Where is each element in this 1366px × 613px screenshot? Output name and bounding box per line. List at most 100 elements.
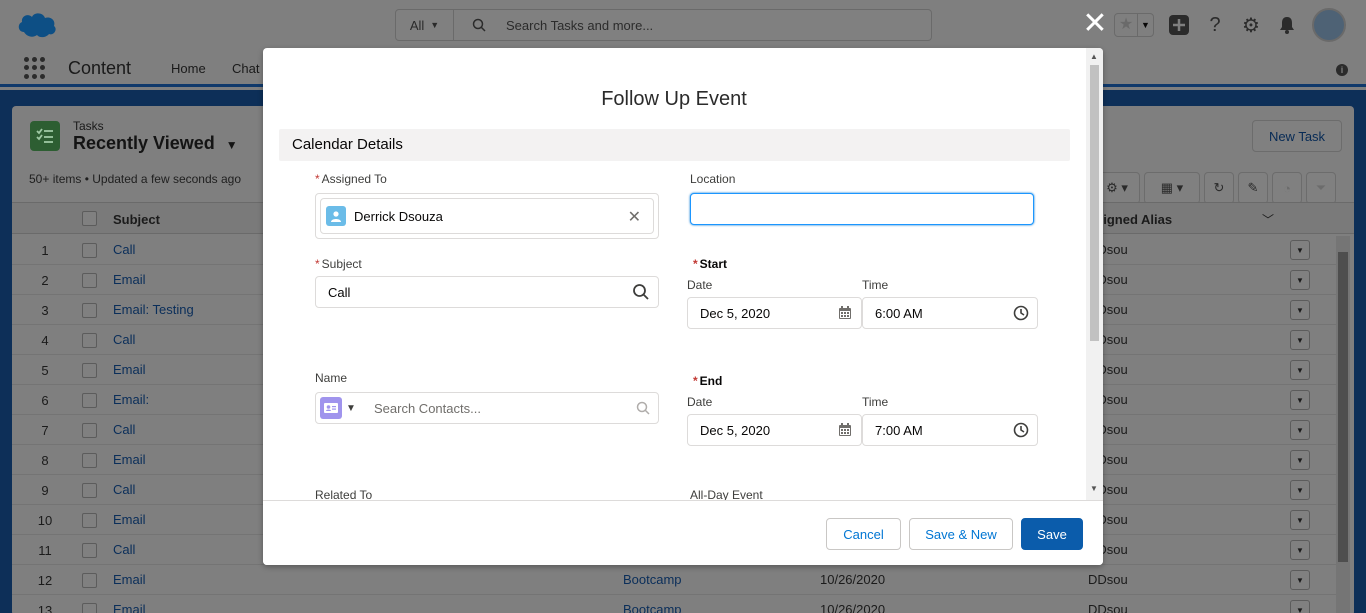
subject-link[interactable]: Email <box>113 602 146 613</box>
row-number: 2 <box>41 273 49 288</box>
chart-icon[interactable]: ◔ <box>1272 172 1302 204</box>
row-checkbox[interactable] <box>82 543 97 558</box>
subject-link[interactable]: Email <box>113 452 146 467</box>
refresh-icon[interactable]: ↻ <box>1204 172 1234 204</box>
calendar-icon[interactable] <box>837 305 853 321</box>
subject-link[interactable]: Email: <box>113 392 149 407</box>
favorites-button[interactable]: ★ ▼ <box>1114 13 1154 37</box>
end-time-value: 7:00 AM <box>875 422 923 438</box>
row-checkbox[interactable] <box>82 453 97 468</box>
app-name: Content <box>68 58 132 78</box>
subject-link[interactable]: Email <box>113 272 146 287</box>
row-checkbox[interactable] <box>82 303 97 318</box>
close-modal-icon[interactable]: ✕ <box>1082 9 1108 39</box>
subject-link[interactable]: Call <box>113 542 135 557</box>
contact-type-selector[interactable]: ▼ <box>316 393 362 423</box>
start-time-input[interactable]: 6:00 AM <box>862 297 1038 329</box>
row-actions-menu[interactable]: ▼ <box>1290 300 1310 320</box>
subject-link[interactable]: Call <box>113 482 135 497</box>
row-checkbox[interactable] <box>82 483 97 498</box>
row-checkbox[interactable] <box>82 393 97 408</box>
row-checkbox[interactable] <box>82 603 97 613</box>
select-all-checkbox[interactable] <box>82 211 97 226</box>
scroll-up-icon[interactable]: ▲ <box>1090 52 1098 61</box>
row-actions-menu[interactable]: ▼ <box>1290 390 1310 410</box>
location-input[interactable] <box>690 193 1034 225</box>
related-to-link[interactable]: Bootcamp <box>623 602 682 613</box>
row-actions-menu[interactable]: ▼ <box>1290 570 1310 590</box>
global-create-icon[interactable] <box>1168 14 1190 36</box>
row-actions-menu[interactable]: ▼ <box>1290 330 1310 350</box>
scrollbar-thumb[interactable] <box>1090 65 1099 341</box>
row-number: 8 <box>41 453 49 468</box>
nav-item-chatter[interactable]: Chat <box>232 61 259 76</box>
user-icon <box>326 206 346 226</box>
name-search-input[interactable]: Search Contacts... <box>374 401 481 416</box>
end-time-input[interactable]: 7:00 AM <box>862 414 1038 446</box>
column-header-assigned-alias[interactable]: signed Alias <box>1096 212 1172 227</box>
search-input[interactable]: Search Tasks and more... <box>506 18 653 33</box>
related-to-link[interactable]: Bootcamp <box>623 572 682 587</box>
row-checkbox[interactable] <box>82 513 97 528</box>
subject-link[interactable]: Call <box>113 242 135 257</box>
display-as-button[interactable]: ▦ ▾ <box>1144 172 1200 204</box>
help-icon[interactable]: ? <box>1204 14 1226 36</box>
subject-link[interactable]: Email: Testing <box>113 302 194 317</box>
row-number: 10 <box>37 513 53 528</box>
row-checkbox[interactable] <box>82 363 97 378</box>
modal-scrollbar[interactable]: ▲ ▼ <box>1086 48 1103 500</box>
edit-pencil-icon[interactable]: ✎ <box>1238 172 1268 204</box>
column-header-subject[interactable]: Subject <box>113 212 160 227</box>
calendar-icon[interactable] <box>837 422 853 438</box>
section-header-calendar-details[interactable]: Calendar Details <box>279 129 1070 161</box>
subject-link[interactable]: Email <box>113 512 146 527</box>
search-scope-dropdown[interactable]: All ▼ <box>396 10 454 40</box>
table-scrollbar[interactable] <box>1336 236 1350 613</box>
subject-link[interactable]: Email <box>113 362 146 377</box>
section-title: Calendar Details <box>292 136 403 153</box>
filter-icon[interactable]: ⏷ <box>1306 172 1336 204</box>
assigned-to-pill[interactable]: Derrick Dsouza ✕ <box>320 198 654 234</box>
start-label: * Start <box>693 257 728 271</box>
save-and-new-button[interactable]: Save & New <box>909 518 1013 550</box>
row-actions-menu[interactable]: ▼ <box>1290 240 1310 260</box>
start-date-input[interactable]: Dec 5, 2020 <box>687 297 862 329</box>
bell-icon[interactable] <box>1276 14 1298 36</box>
cancel-button[interactable]: Cancel <box>826 518 901 550</box>
subject-link[interactable]: Email <box>113 572 146 587</box>
subject-combobox[interactable]: Call <box>315 276 659 308</box>
chevron-down-icon[interactable]: ﹀ <box>1262 211 1274 228</box>
row-checkbox[interactable] <box>82 423 97 438</box>
end-date-input[interactable]: Dec 5, 2020 <box>687 414 862 446</box>
chevron-down-icon: ▼ <box>346 402 356 414</box>
global-search[interactable]: All ▼ Search Tasks and more... <box>395 9 932 41</box>
subject-link[interactable]: Call <box>113 332 135 347</box>
clock-icon[interactable] <box>1013 305 1029 321</box>
row-checkbox[interactable] <box>82 243 97 258</box>
row-actions-menu[interactable]: ▼ <box>1290 450 1310 470</box>
app-launcher-icon[interactable] <box>24 57 46 79</box>
row-checkbox[interactable] <box>82 273 97 288</box>
subject-link[interactable]: Call <box>113 422 135 437</box>
user-avatar[interactable] <box>1312 8 1346 42</box>
info-icon[interactable]: i <box>1336 64 1348 76</box>
scroll-down-icon[interactable]: ▼ <box>1090 484 1098 493</box>
row-actions-menu[interactable]: ▼ <box>1290 480 1310 500</box>
row-checkbox[interactable] <box>82 333 97 348</box>
row-actions-menu[interactable]: ▼ <box>1290 420 1310 440</box>
start-time-label: Time <box>862 278 889 292</box>
row-actions-menu[interactable]: ▼ <box>1290 360 1310 380</box>
row-actions-menu[interactable]: ▼ <box>1290 540 1310 560</box>
nav-item-home[interactable]: Home <box>171 61 206 76</box>
row-actions-menu[interactable]: ▼ <box>1290 510 1310 530</box>
assigned-to-field: Derrick Dsouza ✕ <box>315 193 659 239</box>
row-checkbox[interactable] <box>82 573 97 588</box>
remove-icon[interactable]: ✕ <box>628 207 641 227</box>
clock-icon[interactable] <box>1013 422 1029 438</box>
row-actions-menu[interactable]: ▼ <box>1290 270 1310 290</box>
save-button[interactable]: Save <box>1021 518 1083 550</box>
row-actions-menu[interactable]: ▼ <box>1290 600 1310 613</box>
new-task-button[interactable]: New Task <box>1252 120 1342 152</box>
gear-icon[interactable]: ⚙ <box>1240 14 1262 37</box>
list-view-title[interactable]: Recently Viewed ▼ <box>73 133 238 154</box>
